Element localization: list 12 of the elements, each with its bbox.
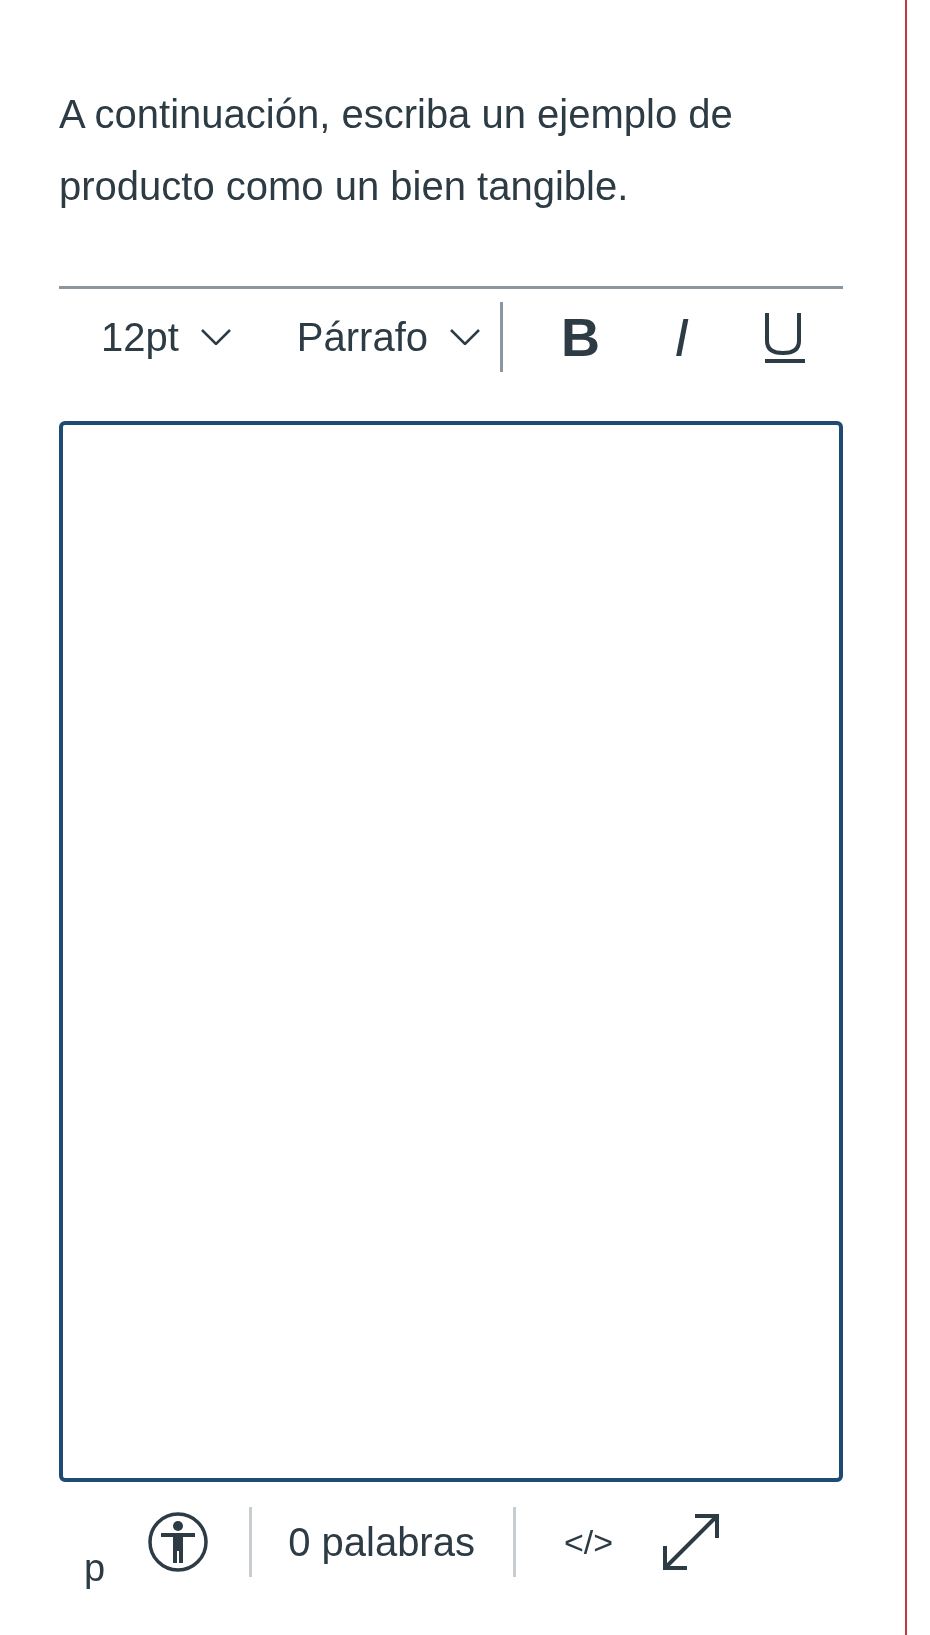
accessibility-button[interactable] — [147, 1511, 210, 1573]
bold-button[interactable]: B — [561, 306, 601, 368]
element-path[interactable]: p — [84, 1547, 106, 1590]
italic-button[interactable]: I — [674, 306, 690, 368]
dropdown-button[interactable]: 12pt — [101, 314, 231, 360]
question-text: A continuación, escriba un ejemplo de producto como un bien tangible. — [59, 91, 734, 210]
chevron-down-icon — [200, 329, 231, 345]
html-editor-button[interactable]: </> — [563, 1522, 614, 1562]
chevron-down-icon — [450, 329, 481, 345]
dropdown-button[interactable]: Párrafo — [296, 314, 481, 360]
accessibility-icon — [147, 1511, 210, 1573]
word-count: 0 palabras — [288, 1519, 475, 1565]
